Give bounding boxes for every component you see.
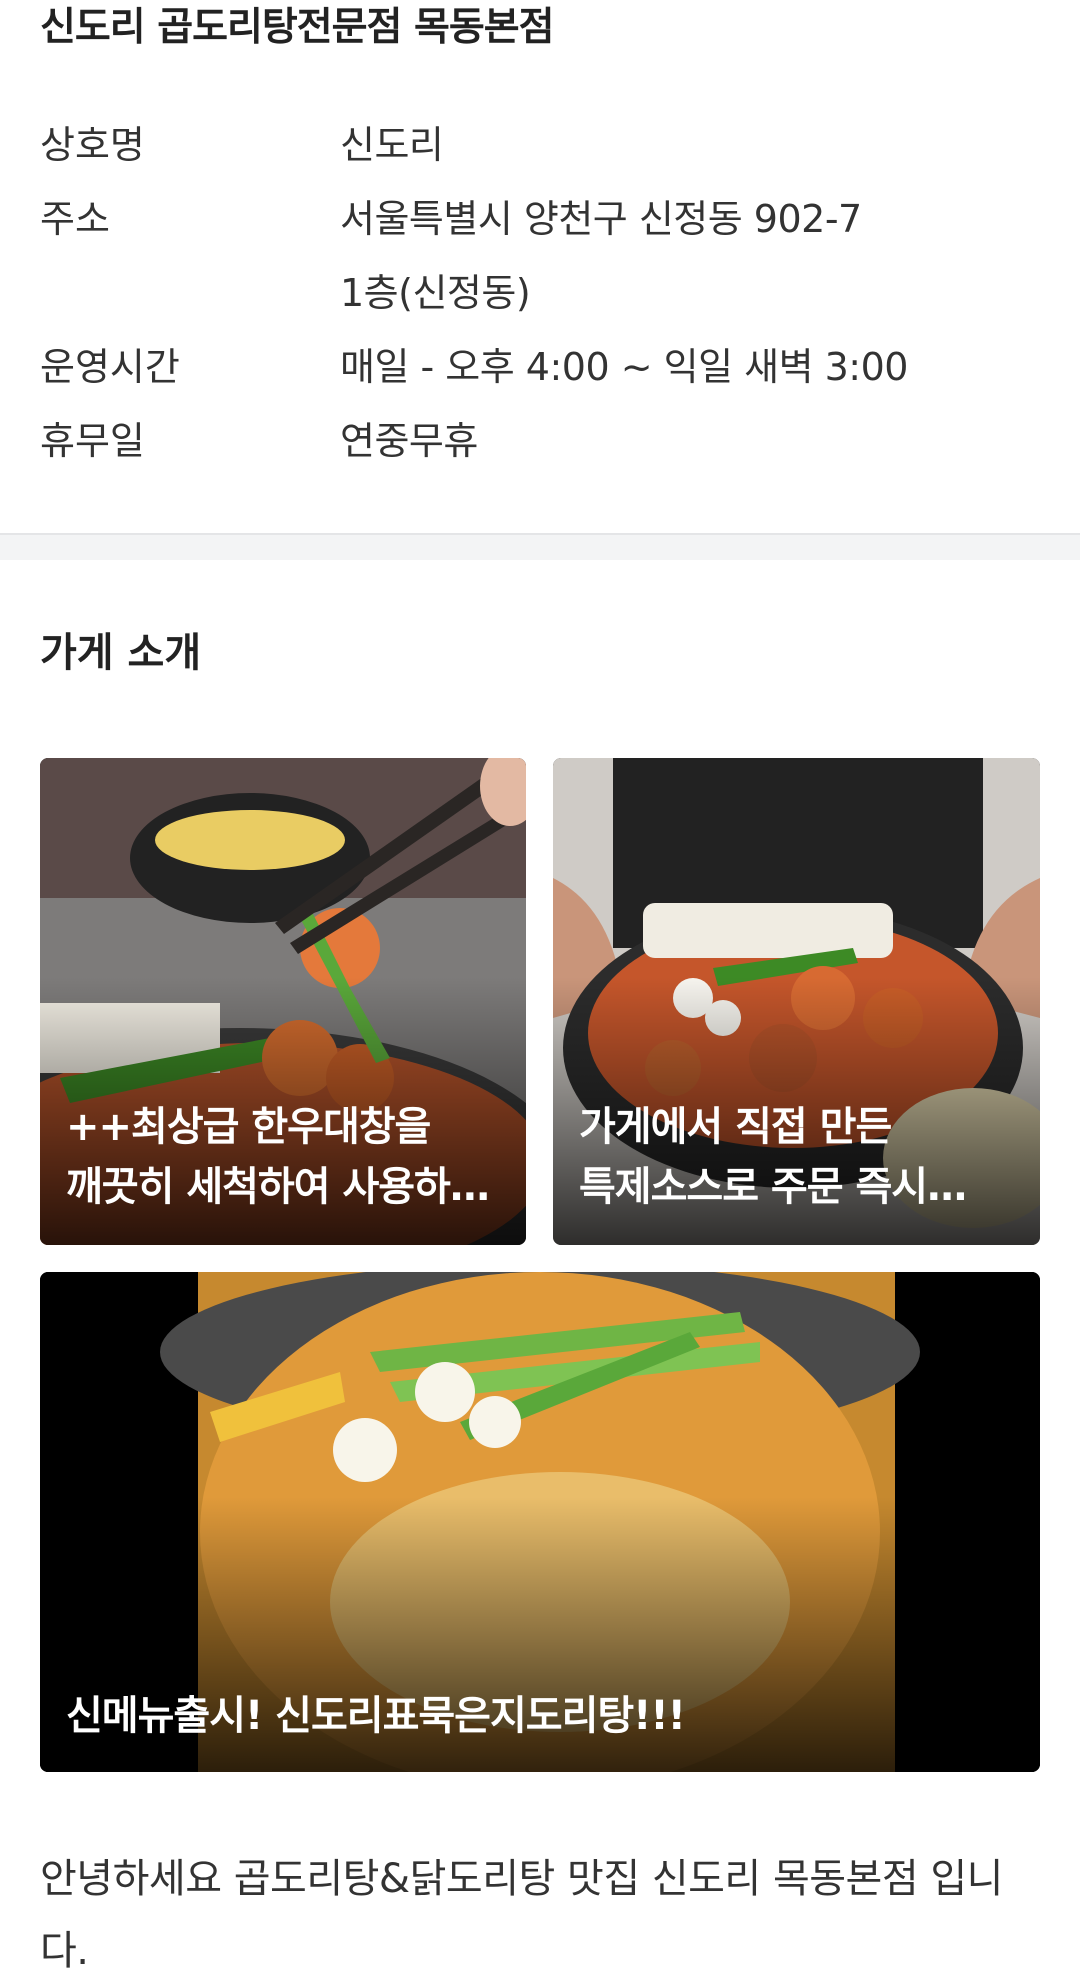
info-label: 주소 — [40, 197, 110, 241]
info-label: 휴무일 — [40, 419, 145, 463]
card-caption: 신메뉴출시! 신도리표묵은지도리탕!!! — [66, 1693, 686, 1739]
info-row-address: 주소 서울특별시 양천구 신정동 902-7 1층(신정동) — [40, 182, 1040, 330]
address-value[interactable]: 서울특별시 양천구 신정동 902-7 1층(신정동) — [340, 182, 1040, 330]
intro-card-2[interactable]: 가게에서 직접 만든 특제소스로 주문 즉시 조리합니다 — [553, 758, 1040, 1245]
info-row-hours: 운영시간 매일 - 오후 4:00 ~ 익일 새벽 3:00 — [40, 330, 1040, 404]
info-value: 신도리 — [340, 123, 444, 167]
store-title: 신도리 곱도리탕전문점 목동본점 — [40, 5, 554, 50]
intro-description: 안녕하세요 곱도리탕&닭도리탕 맛집 신도리 목동본점 입니다. — [40, 1856, 1003, 1974]
info-row-business-name: 상호명 신도리 — [40, 108, 1040, 182]
info-row-closed-days: 휴무일 연중무휴 — [40, 404, 1040, 478]
store-intro-section: 가게 소개 ++최상급 한우대창을 깨끗히 세척하여 사용하고 있습니다 — [0, 560, 1080, 1974]
info-label: 상호명 — [40, 123, 145, 167]
card-caption: 가게에서 직접 만든 특제소스로 주문 즉시 조리합니다 — [579, 1104, 928, 1210]
intro-heading: 가게 소개 — [40, 630, 202, 676]
card-caption: ++최상급 한우대창을 깨끗히 세척하여 사용하고 있습니다 — [66, 1104, 487, 1210]
section-divider — [0, 533, 1080, 560]
store-info-table: 상호명 신도리 주소 서울특별시 양천구 신정동 902-7 1층(신정동) 운… — [40, 108, 1040, 478]
intro-card-3[interactable]: 신메뉴출시! 신도리표묵은지도리탕!!! — [40, 1272, 1040, 1772]
info-label: 운영시간 — [40, 345, 180, 389]
info-value: 연중무휴 — [340, 419, 478, 463]
intro-card-1[interactable]: ++최상급 한우대창을 깨끗히 세척하여 사용하고 있습니다 — [40, 758, 526, 1245]
info-value: 매일 - 오후 4:00 ~ 익일 새벽 3:00 — [340, 345, 908, 389]
store-info-section: 신도리 곱도리탕전문점 목동본점 상호명 신도리 주소 서울특별시 양천구 신정… — [0, 0, 1080, 533]
